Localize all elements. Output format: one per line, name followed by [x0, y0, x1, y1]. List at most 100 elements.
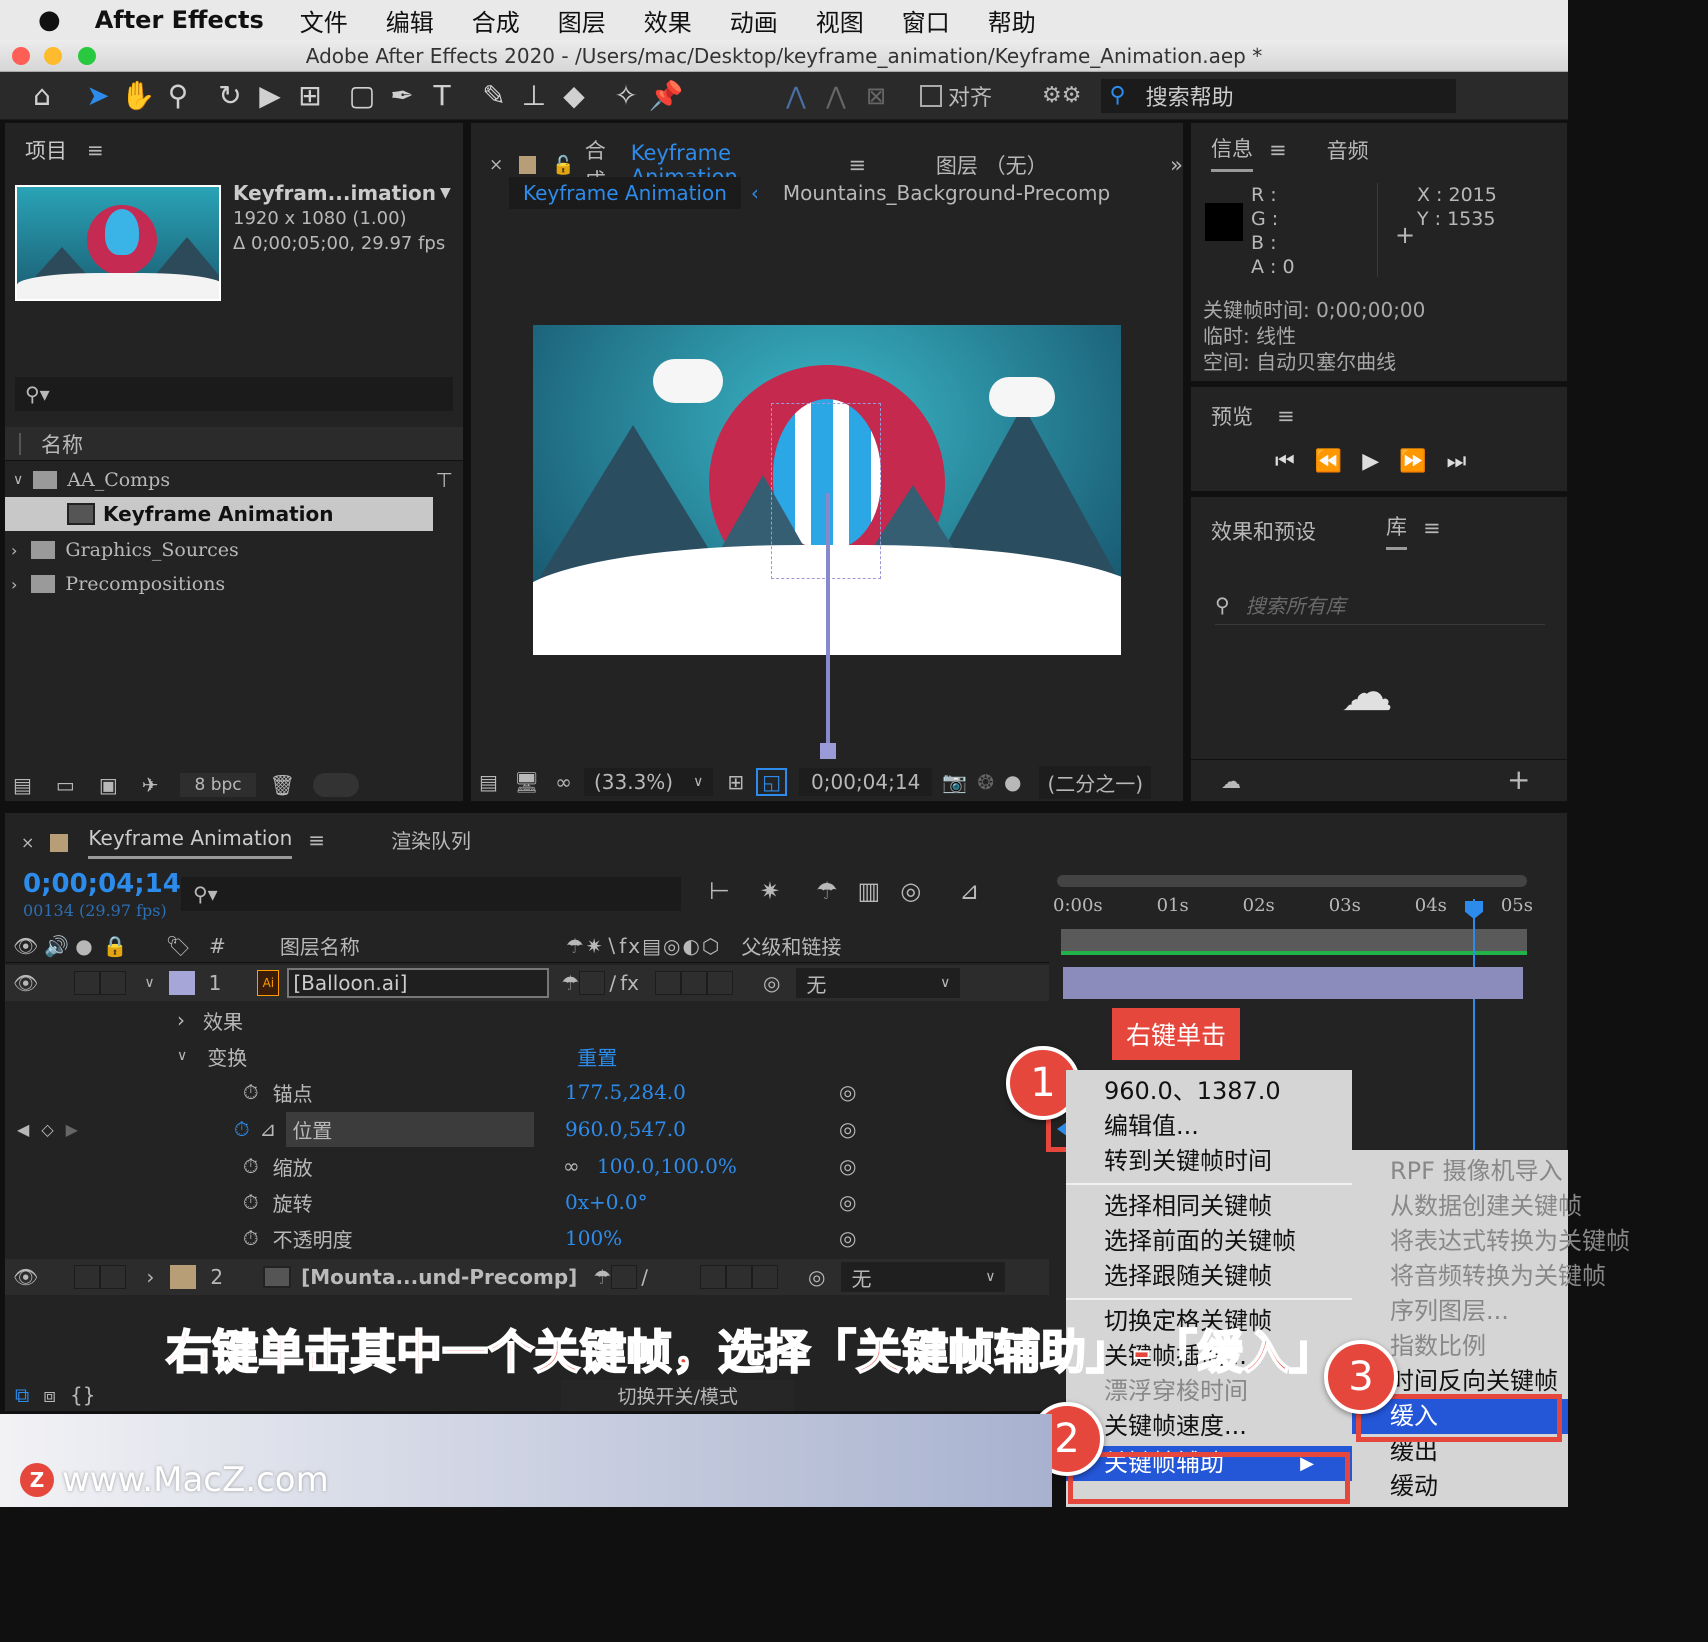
- stopwatch-icon[interactable]: ⏱: [243, 1190, 259, 1214]
- menu-item-select-following[interactable]: 选择跟随关键帧: [1066, 1259, 1352, 1294]
- shy-switch-icon[interactable]: ☂: [593, 1265, 611, 1289]
- chevron-right-icon[interactable]: ›: [11, 575, 17, 594]
- property-row-rotation[interactable]: ⏱ 旋转 0x+0.0° ◎: [5, 1185, 1049, 1219]
- layer-name-column-header[interactable]: 图层名称: [280, 931, 360, 960]
- grid-icon[interactable]: ⊞: [727, 770, 744, 794]
- shy-layers-icon[interactable]: ☂: [816, 877, 838, 905]
- comp-name-label[interactable]: Keyfram...imation ▼: [233, 181, 451, 206]
- in-out-icon[interactable]: {}: [70, 1383, 95, 1407]
- chevron-down-icon[interactable]: ∨: [13, 472, 23, 488]
- frame-blending-icon[interactable]: ▥: [858, 877, 881, 905]
- composition-flowchart-icon[interactable]: ⊢: [709, 877, 730, 905]
- position-value[interactable]: 960.0,547.0: [565, 1117, 686, 1141]
- pickwhip-icon[interactable]: ◎: [763, 971, 780, 995]
- parent-dropdown[interactable]: 无 ∨: [796, 968, 961, 998]
- property-row-anchor[interactable]: ⏱ 锚点 177.5,284.0 ◎: [5, 1075, 1049, 1109]
- quality-switch-icon[interactable]: ∕: [609, 971, 616, 995]
- search-help-field[interactable]: ⚲ 搜索帮助: [1101, 78, 1457, 113]
- text-tool-icon[interactable]: T: [422, 76, 462, 116]
- breadcrumb-active[interactable]: Keyframe Animation: [509, 177, 741, 209]
- 3d-switch[interactable]: [706, 971, 733, 995]
- property-row-scale[interactable]: ⏱ 缩放 ∞ 100.0,100.0% ◎: [5, 1149, 1049, 1183]
- zoom-dropdown[interactable]: (33.3%) ∨: [583, 768, 714, 796]
- rectangle-tool-icon[interactable]: ▢: [342, 76, 382, 116]
- menu-layer[interactable]: 图层: [558, 3, 606, 38]
- cloud-sync-icon[interactable]: ☁: [1221, 769, 1241, 793]
- lock-icon[interactable]: 🔓: [552, 155, 574, 176]
- pen-tool-icon[interactable]: ✒: [382, 76, 422, 116]
- motion-path[interactable]: [826, 493, 830, 749]
- new-composition-icon[interactable]: ▣: [99, 773, 118, 797]
- label-swatch[interactable]: [168, 971, 195, 995]
- add-icon[interactable]: +: [1507, 763, 1530, 796]
- menu-file[interactable]: 文件: [300, 3, 348, 38]
- scale-value[interactable]: 100.0,100.0%: [597, 1154, 737, 1178]
- label-swatch[interactable]: [170, 1265, 197, 1289]
- brush-tool-icon[interactable]: ✎: [474, 76, 514, 116]
- effects-presets-tab[interactable]: 效果和预设: [1211, 516, 1316, 546]
- chevron-right-icon[interactable]: ›: [146, 1265, 154, 1289]
- project-item-keyframe-animation[interactable]: Keyframe Animation: [5, 497, 433, 531]
- adobe-dynamic-link-icon[interactable]: ✈: [142, 773, 159, 797]
- project-item-precompositions[interactable]: › Precompositions: [5, 567, 433, 601]
- scroll-pill[interactable]: [313, 773, 360, 797]
- effect-switch-icon[interactable]: fx: [620, 971, 639, 995]
- layer-row-2[interactable]: 👁 › 2 [Mounta...und-Precomp] ☂ ∕ ◎ 无 ∨: [5, 1259, 1049, 1295]
- panel-menu-icon[interactable]: ≡: [1277, 404, 1295, 428]
- render-queue-tab[interactable]: 渲染队列: [391, 825, 471, 860]
- snapshot-icon[interactable]: 📷: [942, 770, 967, 794]
- next-frame-icon[interactable]: ⏩: [1399, 449, 1426, 474]
- panel-menu-icon[interactable]: ≡: [1269, 138, 1287, 168]
- layer-tab[interactable]: 图层 （无）: [936, 150, 1048, 180]
- toggle-switches-modes-button[interactable]: 切换开关/模式: [561, 1379, 794, 1411]
- camera-tool-icon[interactable]: ▶: [250, 76, 290, 116]
- adjustment-switch[interactable]: [726, 1265, 752, 1289]
- expression-pickwhip-icon[interactable]: ◎: [839, 1154, 856, 1178]
- transform-group-row[interactable]: ∨ 变换 重置: [5, 1039, 1049, 1073]
- motion-blur-switch[interactable]: [700, 1265, 726, 1289]
- render-range-bar[interactable]: [1061, 929, 1527, 955]
- submenu-audio-to-keyframes[interactable]: 将音频转换为关键帧: [1352, 1259, 1606, 1294]
- property-row-position[interactable]: ◀ ◇ ▶ ⏱ ⊿ 位置 960.0,547.0 ◎: [5, 1111, 1049, 1147]
- workspace-icon[interactable]: ⚙⚙: [1042, 83, 1081, 108]
- menu-help[interactable]: 帮助: [988, 3, 1036, 38]
- play-icon[interactable]: ▶: [1362, 449, 1379, 474]
- stopwatch-icon[interactable]: ⏱: [243, 1226, 259, 1250]
- breadcrumb-other[interactable]: Mountains_Background-Precomp: [783, 181, 1110, 205]
- snapping-checkbox[interactable]: [920, 84, 942, 107]
- anchor-value[interactable]: 177.5,284.0: [565, 1080, 686, 1104]
- flowchart-icon[interactable]: ⊤: [436, 468, 453, 492]
- selection-tool-icon[interactable]: ➤: [78, 76, 118, 116]
- effects-group-row[interactable]: › 效果: [5, 1003, 1049, 1037]
- stopwatch-active-icon[interactable]: ⏱: [234, 1117, 250, 1141]
- quality-switch-icon[interactable]: ∕: [641, 1265, 648, 1289]
- hand-tool-icon[interactable]: ✋: [118, 76, 158, 116]
- axis-world-icon[interactable]: ⋀: [816, 76, 856, 116]
- layer-row-1[interactable]: 👁 ∨ 1 Ai [Balloon.ai] ☂ ∕ fx ◎ 无 ∨: [5, 965, 1049, 1001]
- work-area-bar[interactable]: [1057, 875, 1527, 887]
- shy-switch-icon[interactable]: ☂: [561, 971, 579, 995]
- draft-3d-icon[interactable]: ✷: [760, 877, 780, 905]
- menu-item-value[interactable]: 960.0、1387.0: [1066, 1074, 1352, 1109]
- stopwatch-icon[interactable]: ⏱: [243, 1080, 259, 1104]
- bpc-button[interactable]: 8 bpc: [180, 773, 256, 797]
- audio-switch[interactable]: [74, 1265, 101, 1289]
- close-icon[interactable]: ×: [21, 833, 34, 852]
- current-timecode[interactable]: 0;00;04;14: [23, 869, 181, 899]
- timeline-search-input[interactable]: ⚲▾: [181, 877, 681, 911]
- zoom-window-button[interactable]: [78, 47, 96, 65]
- next-keyframe-icon[interactable]: ▶: [66, 1120, 78, 1139]
- last-frame-icon[interactable]: ⏭: [1447, 449, 1467, 474]
- submenu-sequence-layers[interactable]: 序列图层...: [1352, 1294, 1568, 1329]
- layer-name[interactable]: [Balloon.ai]: [287, 968, 550, 998]
- menu-edit[interactable]: 编辑: [386, 3, 434, 38]
- property-row-opacity[interactable]: ⏱ 不透明度 100% ◎: [5, 1221, 1049, 1255]
- constrain-proportions-icon[interactable]: ∞: [563, 1154, 580, 1178]
- panel-menu-icon[interactable]: ≡: [87, 138, 104, 162]
- axis-view-icon[interactable]: ⊠: [856, 76, 896, 116]
- adjustment-switch[interactable]: [680, 971, 707, 995]
- color-channels-icon[interactable]: ●: [1004, 770, 1021, 794]
- panel-menu-icon[interactable]: ≡: [1423, 516, 1441, 546]
- eraser-tool-icon[interactable]: ◆: [554, 76, 594, 116]
- graph-editor-icon[interactable]: ⊿: [959, 877, 979, 905]
